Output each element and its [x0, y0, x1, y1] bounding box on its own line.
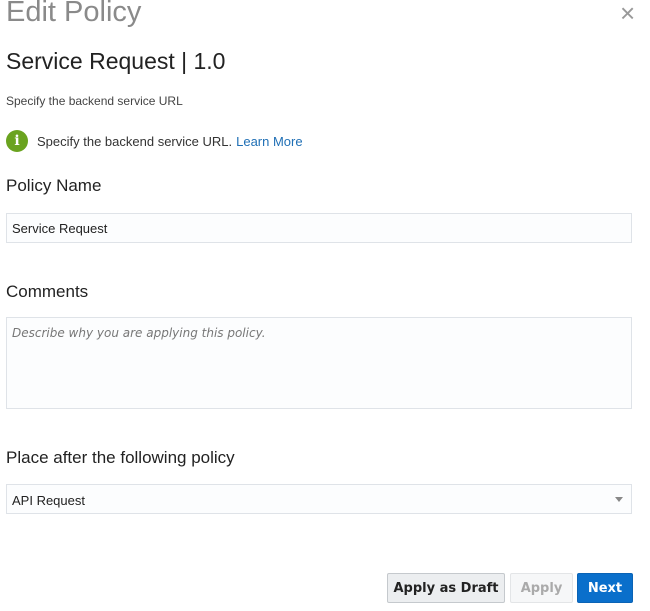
- policy-name-input[interactable]: Service Request: [6, 213, 632, 243]
- dialog-title: Edit Policy: [6, 0, 142, 28]
- comments-label: Comments: [6, 282, 89, 301]
- policy-name-label: Policy Name: [6, 176, 102, 195]
- place-after-value: API Request: [12, 493, 85, 508]
- chevron-down-icon: [615, 497, 623, 502]
- next-button[interactable]: Next: [577, 573, 633, 603]
- info-text: Specify the backend service URL.: [37, 133, 233, 149]
- apply-button[interactable]: Apply: [510, 573, 573, 603]
- apply-as-draft-button[interactable]: Apply as Draft: [387, 573, 505, 603]
- info-icon: i: [6, 130, 28, 152]
- place-after-select[interactable]: API Request: [6, 484, 632, 514]
- learn-more-link[interactable]: Learn More: [236, 134, 302, 149]
- policy-description: Specify the backend service URL: [6, 94, 183, 108]
- policy-heading: Service Request | 1.0: [6, 48, 226, 74]
- comments-textarea[interactable]: Describe why you are applying this polic…: [6, 317, 632, 409]
- place-after-label: Place after the following policy: [6, 448, 235, 467]
- close-icon[interactable]: ×: [620, 0, 635, 26]
- info-message: i Specify the backend service URL. Learn…: [6, 130, 303, 152]
